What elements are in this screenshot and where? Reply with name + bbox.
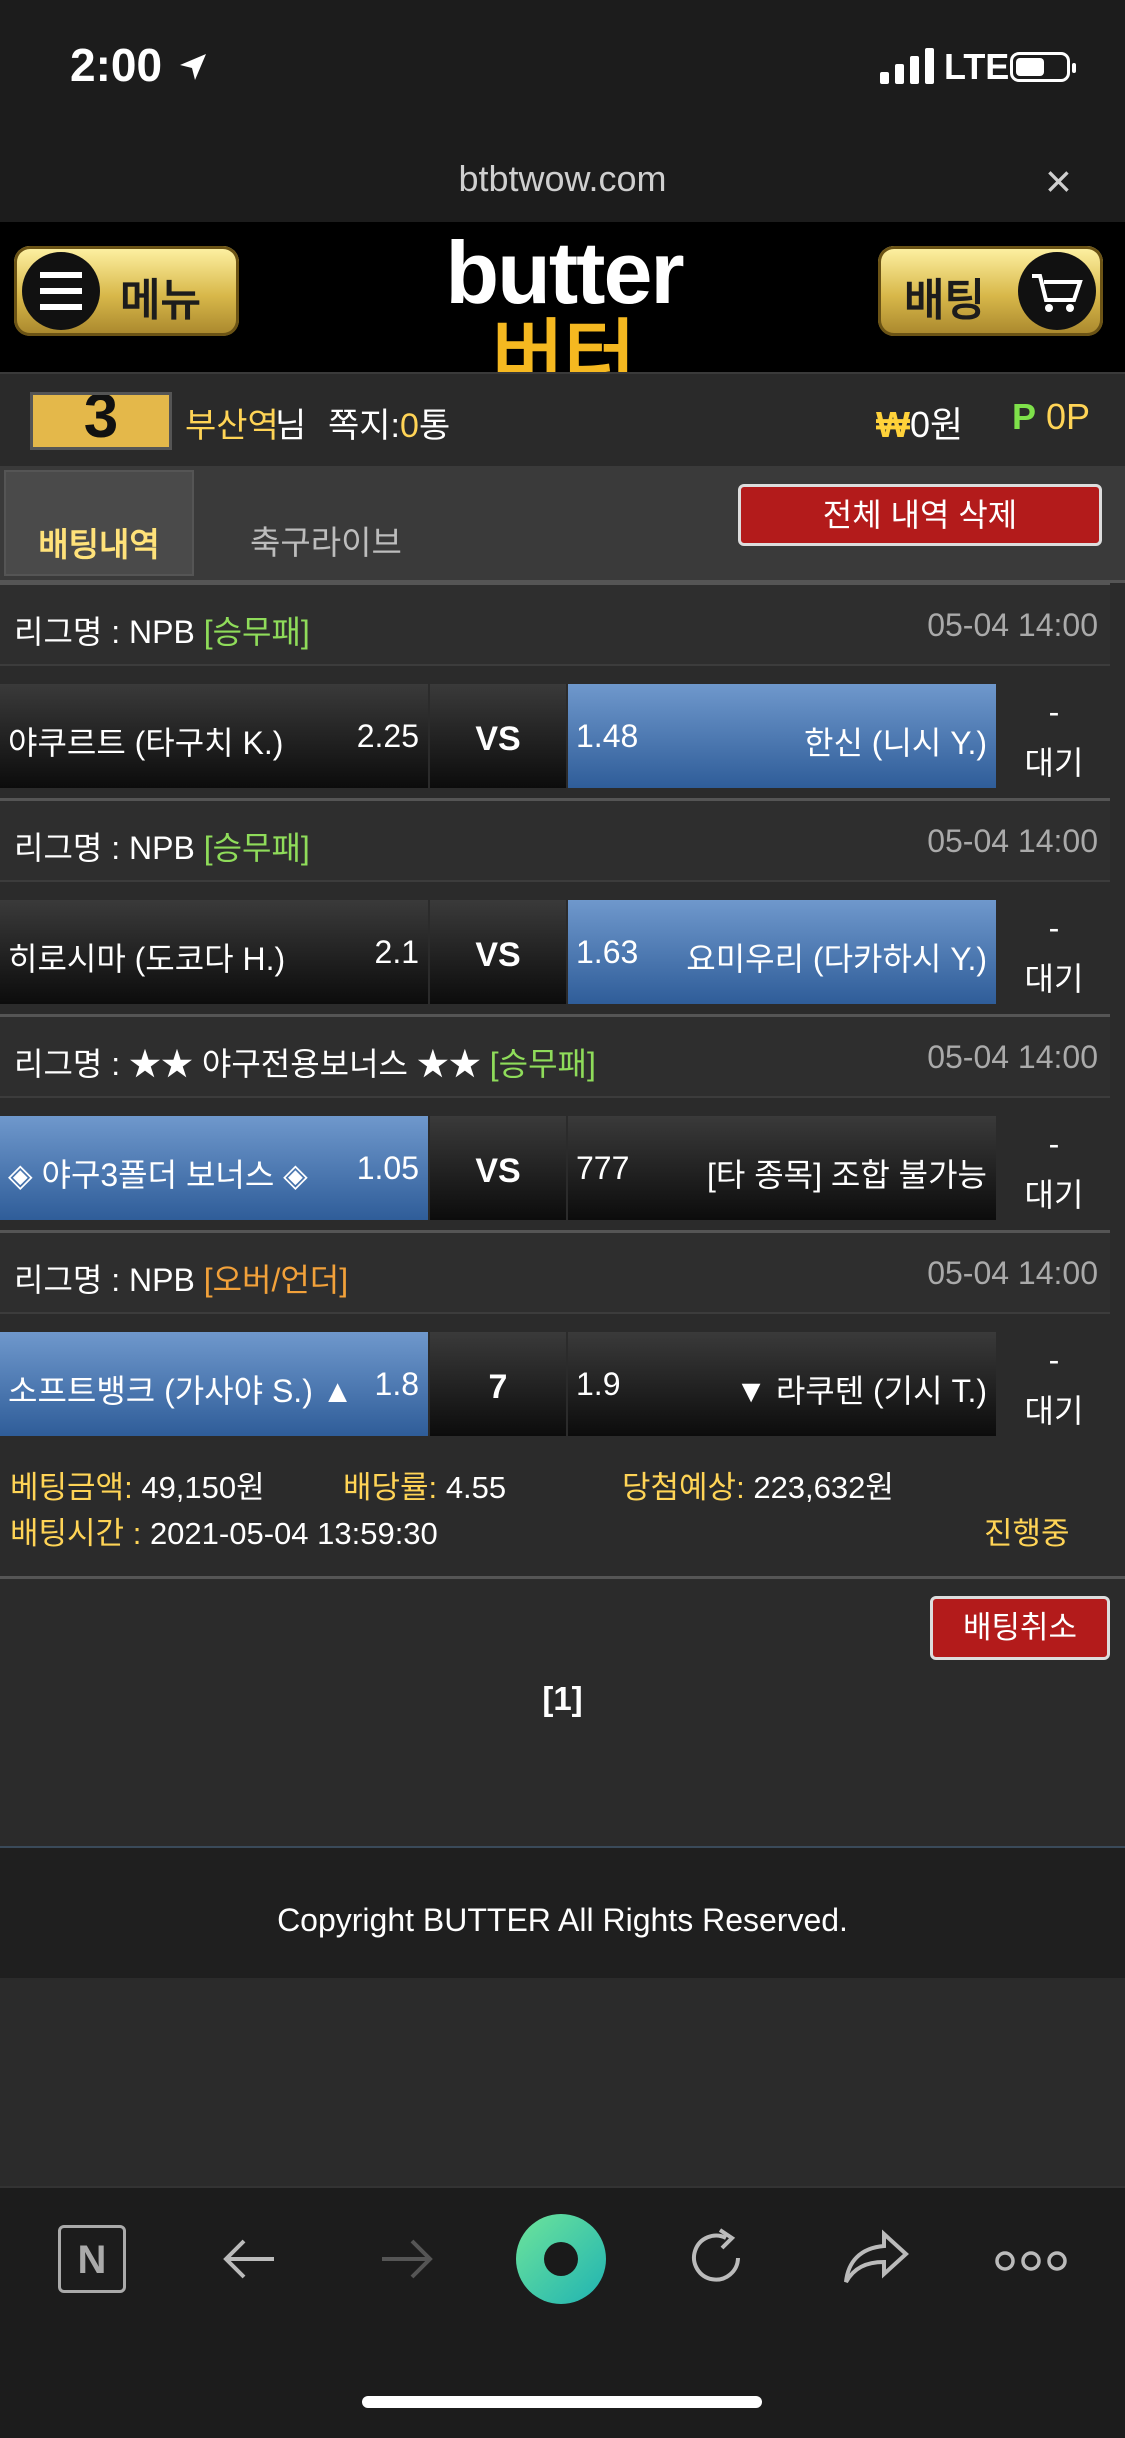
home-odds: 1.8 <box>374 1366 419 1402</box>
won-icon: ₩ <box>876 404 910 445</box>
match-row: 야쿠르트 (타구치 K.) 2.25 VS 1.48 한신 (니시 Y.) - 대기 <box>0 684 1110 792</box>
browser-url-bar: btbtwow.com × <box>0 140 1125 222</box>
away-pick[interactable]: 1.63 요미우리 (다카하시 Y.) <box>568 900 996 1004</box>
forward-arrow-icon[interactable] <box>374 2234 438 2284</box>
menu-label: 메뉴 <box>120 276 201 325</box>
username-suffix: 님 <box>275 407 307 445</box>
expected-win: 당첨예상: 223,632원 <box>622 1470 894 1505</box>
divider <box>0 1576 1125 1579</box>
away-odds: 1.63 <box>576 934 639 970</box>
balance: ₩0원 <box>876 404 964 445</box>
url-text[interactable]: btbtwow.com <box>0 158 1125 200</box>
league-row: 리그명 : NPB [승무패] 05-04 14:00 <box>0 582 1110 666</box>
home-team: 소프트뱅크 (가사야 S.) ▲ <box>8 1373 354 1409</box>
point-icon: P <box>1012 396 1037 437</box>
league-name: 리그명 : NPB [승무패] <box>14 830 310 866</box>
away-pick[interactable]: 777 [타 종목] 조합 불가능 <box>568 1116 996 1220</box>
league-name: 리그명 : ★★ 야구전용보너스 ★★ [승무패] <box>14 1046 596 1082</box>
memo-count[interactable]: 쪽지:0통 <box>328 398 450 447</box>
betslip-label: 배팅 <box>904 276 985 325</box>
away-team: 요미우리 (다카하시 Y.) <box>686 941 987 977</box>
odds-total: 배당률: 4.55 <box>343 1470 507 1505</box>
result-status: - 대기 <box>998 900 1110 1004</box>
market-tag: [오버/언더] <box>203 1262 349 1298</box>
site-header: 메뉴 butter 버터 배팅 <box>0 222 1125 400</box>
close-icon[interactable]: × <box>1045 154 1072 208</box>
naver-n-icon[interactable]: N <box>58 2225 126 2293</box>
level-badge: 3 <box>30 392 172 450</box>
market-tag: [승무패] <box>489 1046 596 1082</box>
betslip-button[interactable]: 배팅 <box>878 246 1103 336</box>
cart-icon <box>1018 252 1096 330</box>
bet-amount: 베팅금액: 49,150원 <box>10 1470 265 1505</box>
vs-cell: VS <box>430 684 566 788</box>
tab-bar: 배팅내역 축구라이브 전체 내역 삭제 <box>0 466 1125 583</box>
menu-icon <box>22 252 100 330</box>
battery-icon <box>1010 52 1076 82</box>
vs-cell: VS <box>430 900 566 1004</box>
tab-soccer-live[interactable]: 축구라이브 <box>250 516 402 564</box>
home-odds: 2.1 <box>374 934 419 970</box>
match-datetime: 05-04 14:00 <box>927 823 1098 859</box>
bet-state: 진행중 <box>984 1516 1070 1551</box>
result-status: - 대기 <box>998 1116 1110 1220</box>
home-pick[interactable]: ◈ 야구3폴더 보너스 ◈ 1.05 <box>0 1116 428 1220</box>
home-pick[interactable]: 히로시마 (도코다 H.) 2.1 <box>0 900 428 1004</box>
home-pick[interactable]: 야쿠르트 (타구치 K.) 2.25 <box>0 684 428 788</box>
away-pick[interactable]: 1.9 ▼ 라쿠텐 (기시 T.) <box>568 1332 996 1436</box>
market-tag: [승무패] <box>203 830 310 866</box>
network-label: LTE <box>944 46 1010 87</box>
home-team: 히로시마 (도코다 H.) <box>8 941 286 977</box>
tab-betting-history[interactable]: 배팅내역 <box>4 470 194 576</box>
away-pick[interactable]: 1.48 한신 (니시 Y.) <box>568 684 996 788</box>
pagination[interactable]: [1] <box>0 1680 1125 1718</box>
cancel-bet-button[interactable]: 배팅취소 <box>930 1596 1110 1660</box>
away-odds: 777 <box>576 1150 630 1186</box>
signal-icon <box>880 48 934 84</box>
home-team: 야쿠르트 (타구치 K.) <box>8 725 284 761</box>
copyright-text: Copyright BUTTER All Rights Reserved. <box>277 1902 848 1938</box>
home-odds: 1.05 <box>356 1150 419 1186</box>
delete-all-button[interactable]: 전체 내역 삭제 <box>738 484 1102 546</box>
home-pick[interactable]: 소프트뱅크 (가사야 S.) ▲ 1.8 <box>0 1332 428 1436</box>
username: 부산역 <box>185 407 279 445</box>
match-datetime: 05-04 14:00 <box>927 1039 1098 1075</box>
points: P 0P <box>1012 396 1091 437</box>
league-row: 리그명 : NPB [오버/언더] 05-04 14:00 <box>0 1230 1110 1314</box>
footer: Copyright BUTTER All Rights Reserved. <box>0 1846 1125 1978</box>
menu-button[interactable]: 메뉴 <box>14 246 239 336</box>
vs-cell: 7 <box>430 1332 566 1436</box>
away-odds: 1.9 <box>576 1366 621 1402</box>
league-name: 리그명 : NPB [오버/언더] <box>14 1262 349 1298</box>
match-datetime: 05-04 14:00 <box>927 607 1098 643</box>
bet-time: 배팅시간 : 2021-05-04 13:59:30 <box>10 1516 438 1551</box>
share-icon[interactable] <box>840 2228 912 2288</box>
away-odds: 1.48 <box>576 718 639 754</box>
back-arrow-icon[interactable] <box>218 2234 282 2284</box>
market-tag: [승무패] <box>203 614 310 650</box>
status-bar: 2:00 LTE <box>0 0 1125 140</box>
more-options-icon[interactable] <box>994 2250 1068 2272</box>
match-row: 소프트뱅크 (가사야 S.) ▲ 1.8 7 1.9 ▼ 라쿠텐 (기시 T.) - 대기 <box>0 1332 1110 1440</box>
match-datetime: 05-04 14:00 <box>927 1255 1098 1291</box>
result-status: - 대기 <box>998 1332 1110 1436</box>
match-row: 히로시마 (도코다 H.) 2.1 VS 1.63 요미우리 (다카하시 Y.) - 대기 <box>0 900 1110 1008</box>
league-name: 리그명 : NPB [승무패] <box>14 614 310 650</box>
league-row: 리그명 : ★★ 야구전용보너스 ★★ [승무패] 05-04 14:00 <box>0 1014 1110 1098</box>
away-team: 한신 (니시 Y.) <box>804 725 987 761</box>
home-odds: 2.25 <box>356 718 419 754</box>
home-circle-icon[interactable] <box>516 2214 606 2304</box>
home-indicator <box>362 2396 762 2408</box>
refresh-icon[interactable] <box>686 2224 750 2294</box>
vs-cell: VS <box>430 1116 566 1220</box>
match-row: ◈ 야구3폴더 보너스 ◈ 1.05 VS 777 [타 종목] 조합 불가능 - 대기 <box>0 1116 1110 1224</box>
result-status: - 대기 <box>998 684 1110 788</box>
user-info-bar: 3 부산역 님 쪽지:0통 ₩0원 P 0P <box>0 372 1125 470</box>
home-team: ◈ 야구3폴더 보너스 ◈ <box>8 1157 308 1193</box>
away-team: [타 종목] 조합 불가능 <box>707 1157 987 1193</box>
away-team: ▼ 라쿠텐 (기시 T.) <box>735 1373 987 1409</box>
league-row: 리그명 : NPB [승무패] 05-04 14:00 <box>0 798 1110 882</box>
location-arrow-icon <box>180 54 206 80</box>
clock: 2:00 <box>70 39 163 91</box>
